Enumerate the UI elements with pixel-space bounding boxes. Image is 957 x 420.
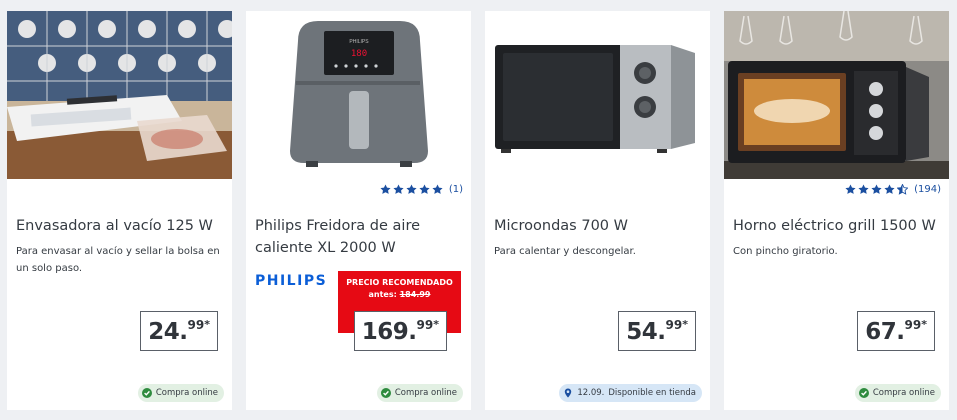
price-box: 169. 99 * [353,311,447,351]
availability-badge: Compra online [376,384,463,402]
product-description: Con pincho giratorio. [733,246,838,257]
product-title[interactable]: Microondas 700 W [494,215,704,237]
product-card[interactable]: Envasadora al vacío 125 W Para envasar a… [7,11,232,410]
product-image[interactable] [7,11,232,179]
price-box: 67. 99 * [857,311,935,351]
price-cents: 99 [416,318,434,332]
check-circle-icon [380,388,391,398]
product-title[interactable]: Philips Freidora de aire caliente XL 200… [255,215,465,259]
star-icon [845,184,856,195]
availability-label: Compra online [872,388,935,398]
rating[interactable]: (194) [845,184,941,195]
availability-label: Compra online [394,388,457,398]
star-icon [380,184,391,195]
price-main: 67. [865,319,905,345]
product-description: Para envasar al vacío y sellar la bolsa … [16,246,220,274]
price-main: 169. [361,319,417,345]
product-image[interactable]: PHILIPS 180 [246,11,471,179]
product-title[interactable]: Horno eléctrico grill 1500 W [733,215,943,237]
product-card[interactable]: PHILIPS 180 (1) Philips Freidora de aire… [246,11,471,410]
product-card[interactable]: Microondas 700 W Para calentar y descong… [485,11,710,410]
availability-label: Disponible en tienda [608,388,696,398]
price-cents: 99 [904,318,922,332]
price-cents: 99 [187,318,205,332]
price-asterisk: * [204,318,210,331]
star-icon [406,184,417,195]
product-card[interactable]: (194) Horno eléctrico grill 1500 W Con p… [724,11,949,410]
star-icon [884,184,895,195]
svg-text:180: 180 [351,49,367,59]
star-icon [858,184,869,195]
availability-badge: Compra online [854,384,941,402]
star-icon [393,184,404,195]
price-main: 54. [626,319,666,345]
rating[interactable]: (1) [380,184,463,195]
availability-label: Compra online [155,388,218,398]
recommended-label: PRECIO RECOMENDADO [346,278,453,287]
svg-text:PHILIPS: PHILIPS [349,39,369,45]
product-image[interactable] [724,11,949,179]
before-price: antes: 184.99 [368,290,431,299]
check-circle-icon [141,388,152,398]
availability-date: 12.09. [577,388,605,398]
availability-badge: Compra online [137,384,224,402]
rating-count: (1) [448,184,463,195]
rating-count: (194) [914,184,941,195]
price-asterisk: * [433,318,439,331]
price-cents: 99 [665,318,683,332]
location-pin-icon [563,388,573,398]
star-icon [871,184,882,195]
price-asterisk: * [921,318,927,331]
price-asterisk: * [682,318,688,331]
star-icon [432,184,443,195]
availability-badge: 12.09. Disponible en tienda [559,384,702,402]
brand-logo: PHILIPS [255,273,328,289]
price-main: 24. [148,319,188,345]
product-image[interactable] [485,11,710,179]
half-star-icon [897,184,909,195]
check-circle-icon [858,388,869,398]
product-description: Para calentar y descongelar. [494,246,636,257]
product-title[interactable]: Envasadora al vacío 125 W [16,215,226,237]
price-box: 54. 99 * [618,311,696,351]
star-icon [419,184,430,195]
price-box: 24. 99 * [140,311,218,351]
